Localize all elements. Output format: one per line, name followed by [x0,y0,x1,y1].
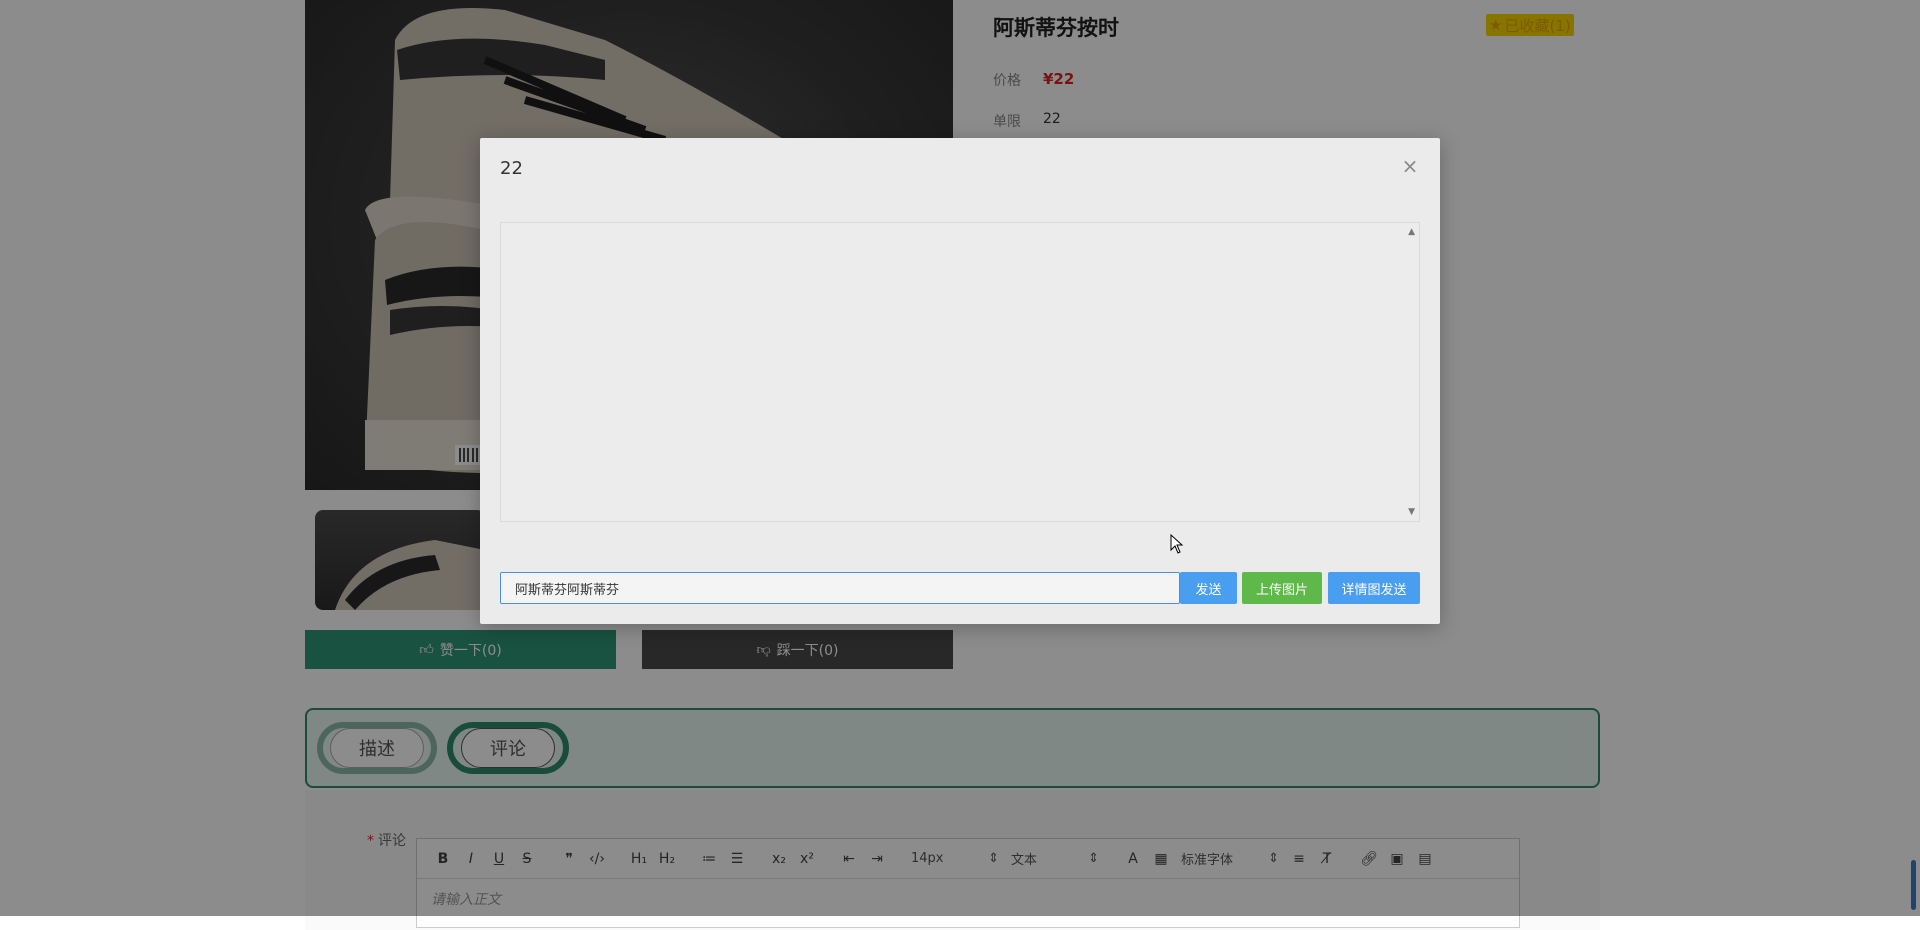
chat-input[interactable] [500,572,1180,604]
upload-image-button[interactable]: 上传图片 [1242,572,1322,604]
close-icon[interactable]: × [1400,156,1420,176]
chat-message-area[interactable]: ▲ ▼ [500,222,1420,522]
scroll-up-icon[interactable]: ▲ [1408,227,1415,237]
scroll-down-icon[interactable]: ▼ [1408,507,1415,517]
chat-modal: 22 × ▲ ▼ 发送 上传图片 详情图发送 [480,138,1440,624]
detail-image-send-button[interactable]: 详情图发送 [1328,572,1420,604]
modal-title: 22 [500,158,523,179]
mouse-cursor-icon [1170,533,1184,558]
send-button[interactable]: 发送 [1180,572,1237,604]
